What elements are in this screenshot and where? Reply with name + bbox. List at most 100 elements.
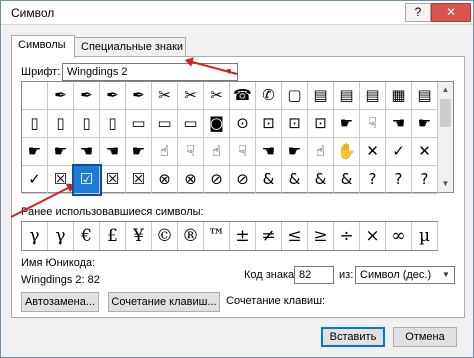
scroll-thumb[interactable] — [440, 99, 451, 127]
cancel-button[interactable]: Отмена — [393, 327, 457, 347]
recent-symbol-cell[interactable]: © — [152, 222, 178, 250]
symbol-cell[interactable]: ✋ — [334, 138, 360, 166]
symbol-cell[interactable]: ? — [360, 166, 386, 194]
symbol-cell[interactable]: ✂ — [204, 82, 230, 110]
symbol-cell[interactable]: ☟ — [178, 138, 204, 166]
tab-special-characters[interactable]: Специальные знаки — [74, 37, 186, 57]
symbol-cell[interactable]: ☒ — [126, 166, 152, 194]
symbol-cell[interactable]: ▯ — [74, 110, 100, 138]
symbol-cell[interactable]: ☛ — [282, 138, 308, 166]
symbol-cell[interactable]: ⊡ — [308, 110, 334, 138]
symbol-cell[interactable]: ☚ — [256, 138, 282, 166]
symbol-cell[interactable]: ☚ — [74, 138, 100, 166]
symbol-cell[interactable]: ⊙ — [230, 110, 256, 138]
scroll-up-icon[interactable]: ▲ — [438, 82, 453, 98]
insert-button[interactable]: Вставить — [321, 327, 385, 347]
recent-symbol-cell[interactable]: € — [74, 222, 100, 250]
shortcut-key-button[interactable]: Сочетание клавиш... — [108, 292, 220, 312]
symbol-cell[interactable]: ⊘ — [230, 166, 256, 194]
symbol-cell[interactable]: ▯ — [22, 110, 48, 138]
symbol-dialog: Символ ? ✕ Символы Специальные знаки Шри… — [0, 0, 474, 358]
recent-symbol-cell[interactable]: ∞ — [386, 222, 412, 250]
recent-symbol-cell[interactable]: ¥ — [126, 222, 152, 250]
autocorrect-button[interactable]: Автозамена... — [21, 292, 99, 312]
recent-symbols-label: Ранее использовавшиеся символы: — [21, 206, 204, 218]
scroll-down-icon[interactable]: ▼ — [438, 176, 453, 192]
symbol-cell[interactable]: ▢ — [282, 82, 308, 110]
recent-symbol-cell[interactable]: ≠ — [256, 222, 282, 250]
recent-symbol-cell[interactable]: ÷ — [334, 222, 360, 250]
symbol-cell[interactable]: ☎ — [230, 82, 256, 110]
symbol-cell[interactable]: ▤ — [360, 82, 386, 110]
symbol-cell[interactable]: ☝ — [204, 138, 230, 166]
symbol-cell[interactable]: ◙ — [204, 110, 230, 138]
symbol-cell[interactable]: ▤ — [334, 82, 360, 110]
symbol-cell[interactable]: ✒ — [48, 82, 74, 110]
symbol-cell[interactable]: ▯ — [100, 110, 126, 138]
recent-symbol-cell[interactable]: µ — [412, 222, 438, 250]
symbol-cell[interactable]: ☛ — [334, 110, 360, 138]
chevron-down-icon[interactable]: ▼ — [439, 268, 453, 282]
symbol-cell[interactable]: ☝ — [308, 138, 334, 166]
symbol-cell[interactable]: ☚ — [100, 138, 126, 166]
recent-symbol-cell[interactable]: ≥ — [308, 222, 334, 250]
symbol-cell[interactable]: ⊘ — [204, 166, 230, 194]
from-combo[interactable]: Символ (дес.) ▼ — [355, 266, 455, 284]
symbol-cell[interactable]: ? — [412, 166, 438, 194]
title-bar: Символ ? ✕ — [1, 1, 473, 25]
symbol-cell[interactable]: & — [308, 166, 334, 194]
from-label: из: — [339, 269, 354, 281]
symbol-cell[interactable]: ▭ — [126, 110, 152, 138]
recent-symbol-cell[interactable]: £ — [100, 222, 126, 250]
symbol-cell[interactable]: ▯ — [48, 110, 74, 138]
symbol-cell[interactable]: ✒ — [126, 82, 152, 110]
char-code-input[interactable]: 82 — [294, 266, 334, 284]
symbol-cell[interactable]: & — [256, 166, 282, 194]
symbol-cell[interactable]: ✕ — [360, 138, 386, 166]
symbol-cell[interactable]: ☚ — [386, 110, 412, 138]
tab-symbols[interactable]: Символы — [11, 35, 75, 58]
symbol-cell[interactable]: ? — [386, 166, 412, 194]
symbol-cell[interactable]: ▦ — [386, 82, 412, 110]
symbol-cell[interactable]: ▤ — [412, 82, 438, 110]
symbol-cell[interactable]: ✒ — [74, 82, 100, 110]
symbol-cell[interactable]: ⊗ — [178, 166, 204, 194]
symbol-cell[interactable]: ☑ — [72, 164, 102, 196]
symbol-cell[interactable]: ⊗ — [152, 166, 178, 194]
symbol-cell[interactable]: & — [334, 166, 360, 194]
symbol-cell[interactable]: ✂ — [152, 82, 178, 110]
close-button[interactable]: ✕ — [431, 3, 471, 22]
symbol-cell[interactable]: ⊡ — [256, 110, 282, 138]
recent-symbol-cell[interactable]: γ — [48, 222, 74, 250]
symbol-cell[interactable]: ☝ — [152, 138, 178, 166]
recent-symbol-cell[interactable]: × — [360, 222, 386, 250]
symbol-cell[interactable]: ▤ — [308, 82, 334, 110]
symbol-cell[interactable] — [22, 82, 48, 110]
symbol-cell[interactable]: ✂ — [178, 82, 204, 110]
symbol-cell[interactable]: ☛ — [126, 138, 152, 166]
symbol-cell[interactable]: ⊡ — [282, 110, 308, 138]
symbol-cell[interactable]: ✓ — [386, 138, 412, 166]
recent-symbol-cell[interactable]: ® — [178, 222, 204, 250]
recent-symbol-cell[interactable]: ™ — [204, 222, 230, 250]
symbol-cell[interactable]: ✒ — [100, 82, 126, 110]
from-combo-value: Символ (дес.) — [360, 269, 432, 281]
help-button[interactable]: ? — [405, 3, 431, 22]
symbol-cell[interactable]: ☛ — [22, 138, 48, 166]
symbol-cell[interactable]: ✓ — [22, 166, 48, 194]
symbol-cell[interactable]: ☟ — [360, 110, 386, 138]
recent-symbol-cell[interactable]: γ — [22, 222, 48, 250]
recent-symbol-cell[interactable]: ± — [230, 222, 256, 250]
symbol-cell[interactable]: ✕ — [412, 138, 438, 166]
symbol-cell[interactable]: ☛ — [412, 110, 438, 138]
symbol-cell[interactable]: ▭ — [178, 110, 204, 138]
symbol-cell[interactable]: ☛ — [48, 138, 74, 166]
symbol-cell[interactable]: ☒ — [100, 166, 126, 194]
symbol-cell[interactable]: ▭ — [152, 110, 178, 138]
symbol-cell[interactable]: ☟ — [230, 138, 256, 166]
unicode-name-value: Wingdings 2: 82 — [21, 274, 100, 286]
symbol-cell[interactable]: ✆ — [256, 82, 282, 110]
symbol-cell[interactable]: & — [282, 166, 308, 194]
symbol-grid-scrollbar[interactable]: ▲ ▼ — [438, 81, 454, 193]
recent-symbol-cell[interactable]: ≤ — [282, 222, 308, 250]
